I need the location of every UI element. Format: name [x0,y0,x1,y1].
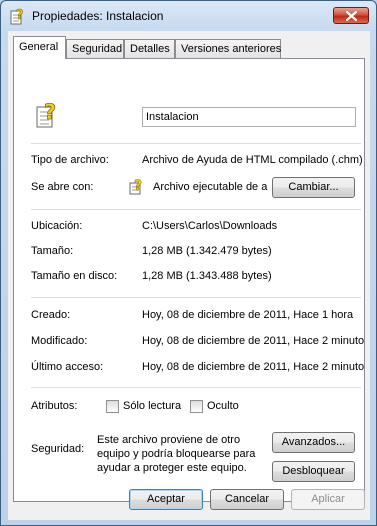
dialog-client-area: General Seguridad Detalles Versiones ant… [8,31,370,520]
accessed-value: Hoy, 08 de diciembre de 2011, Hace 2 min… [142,361,365,373]
svg-text:?: ? [44,100,56,124]
modified-value: Hoy, 08 de diciembre de 2011, Hace 2 min… [142,335,365,347]
opens-with-label: Se abre con: [31,181,94,193]
title-bar[interactable]: ? Propiedades: Instalacion [1,1,376,31]
security-text-line: ayudar a proteger este equipo. [97,462,247,474]
tab-general[interactable]: General [13,36,66,59]
close-button[interactable] [333,7,369,24]
accessed-label: Último acceso: [31,361,104,373]
window-title: Propiedades: Instalacion [32,9,164,23]
size-value: 1,28 MB (1.342.479 bytes) [142,245,272,257]
readonly-label[interactable]: Sólo lectura [123,400,181,412]
svg-text:?: ? [134,178,142,194]
separator [31,387,361,388]
accept-button[interactable]: Aceptar [129,489,203,510]
unblock-button[interactable]: Desbloquear [272,461,355,482]
modified-label: Modificado: [31,335,88,347]
cancel-button[interactable]: Cancelar [210,489,284,510]
attributes-label: Atributos: [31,400,78,412]
location-label: Ubicación: [31,220,83,232]
tab-details[interactable]: Detalles [124,39,175,58]
separator [31,209,361,210]
change-button[interactable]: Cambiar... [272,177,355,198]
help-program-icon: ? [129,178,146,198]
general-tab-panel: ? Tipo de archivo: Archivo de Ayuda de H… [13,58,365,502]
hidden-checkbox[interactable] [190,400,203,413]
disk-size-value: 1,28 MB (1.343.488 bytes) [142,270,272,282]
tab-label: Detalles [130,43,170,55]
disk-size-label: Tamaño en disco: [31,270,118,282]
separator [31,143,361,144]
apply-button[interactable]: Aplicar [291,489,365,510]
file-type-label: Tipo de archivo: [31,154,109,166]
tab-label: Versiones anteriores [181,43,282,55]
chm-help-file-icon: ? [35,99,61,132]
tab-previous-versions[interactable]: Versiones anteriores [175,39,281,58]
separator [31,297,361,298]
created-label: Creado: [31,309,71,321]
properties-window: ? Propiedades: Instalacion General Segur… [0,0,377,526]
chm-file-title-icon: ? [10,7,26,25]
created-value: Hoy, 08 de diciembre de 2011, Hace 1 hor… [142,309,354,321]
hidden-label[interactable]: Oculto [207,400,239,412]
readonly-checkbox[interactable] [106,400,119,413]
security-label: Seguridad: [31,443,85,455]
size-label: Tamaño: [31,245,74,257]
security-text-line: Este archivo proviene de otro [97,434,241,446]
tab-security[interactable]: Seguridad [66,39,124,58]
location-value: C:\Users\Carlos\Downloads [142,220,278,232]
advanced-button[interactable]: Avanzados... [272,432,355,453]
file-type-value: Archivo de Ayuda de HTML compilado (.chm… [142,154,363,166]
file-name-input[interactable] [142,107,356,127]
tab-label: Seguridad [72,43,123,55]
close-icon [346,11,357,21]
tab-label: General [19,41,59,53]
opens-with-value: Archivo ejecutable de a [153,181,268,193]
svg-text:?: ? [16,8,24,23]
security-text-line: equipo y podría bloquearse para [97,448,256,460]
